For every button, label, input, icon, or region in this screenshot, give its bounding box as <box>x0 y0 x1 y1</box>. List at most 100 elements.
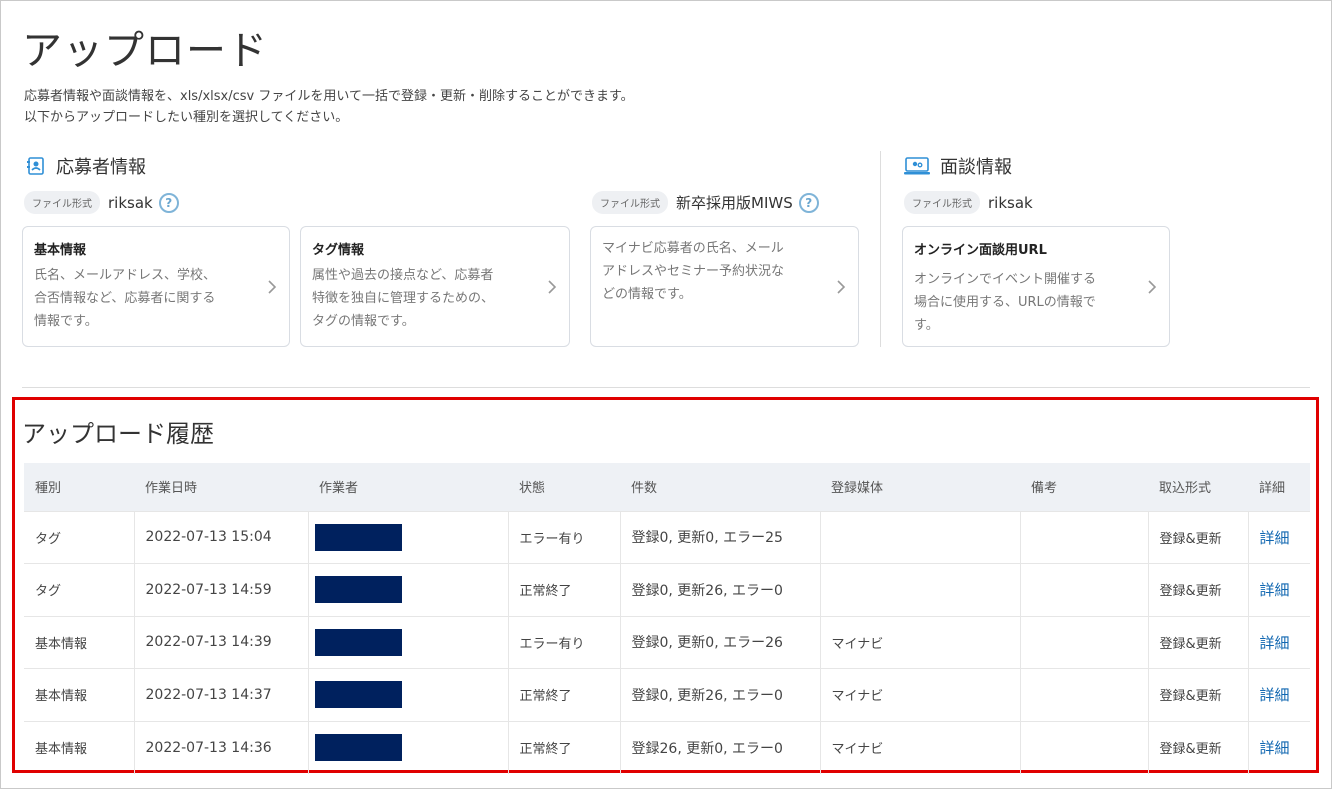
card-description-line: 氏名、メールアドレス、学校、 <box>34 268 217 283</box>
format-value: riksak <box>108 193 153 212</box>
cell-detail: 詳細 <box>1248 563 1310 616</box>
card-online-interview-url[interactable]: オンライン面談用URL オンラインでイベント開催する 場合に使用する、URLの情… <box>902 226 1170 347</box>
cell-count: 登録0, 更新26, エラー0 <box>620 668 821 721</box>
table-header-row: 種別 作業日時 作業者 状態 件数 登録媒体 備考 取込形式 詳細 <box>24 463 1310 511</box>
cell-status: 正常終了 <box>508 563 621 616</box>
cell-import-format: 登録&更新 <box>1148 668 1249 721</box>
card-description-line: 情報です。 <box>34 314 98 329</box>
card-description: 氏名、メールアドレス、学校、 合否情報など、応募者に関する 情報です。 <box>34 264 216 333</box>
cell-detail: 詳細 <box>1248 668 1310 721</box>
cell-type: 基本情報 <box>24 720 135 774</box>
card-title: タグ情報 <box>312 243 365 258</box>
column-header: 取込形式 <box>1148 463 1248 511</box>
detail-link[interactable]: 詳細 <box>1260 686 1290 704</box>
redacted-operator <box>314 628 402 656</box>
help-icon[interactable]: ? <box>158 192 179 213</box>
detail-link[interactable]: 詳細 <box>1260 529 1290 547</box>
card-tag-info[interactable]: タグ情報 属性や過去の接点など、応募者 特徴を独自に管理するための、 タグの情報… <box>300 226 570 347</box>
cell-count: 登録0, 更新26, エラー0 <box>620 563 821 616</box>
cell-count: 登録0, 更新0, エラー25 <box>620 510 821 564</box>
cell-operator <box>308 720 509 774</box>
detail-link[interactable]: 詳細 <box>1260 634 1290 652</box>
cell-note <box>1020 668 1149 721</box>
page-description: 応募者情報や面談情報を、xls/xlsx/csv ファイルを用いて一括で登録・更… <box>24 86 634 128</box>
cell-datetime: 2022-07-13 14:36 <box>134 720 309 774</box>
interview-section-title: 面談情報 <box>940 157 1012 178</box>
card-description-line: 属性や過去の接点など、応募者 <box>312 268 494 283</box>
cell-datetime: 2022-07-13 14:59 <box>134 563 309 616</box>
cell-media <box>820 563 1021 616</box>
redacted-operator <box>314 681 402 709</box>
cell-type: 基本情報 <box>24 615 135 669</box>
card-description-line: 場合に使用する、URLの情報で <box>914 295 1096 310</box>
column-header: 種別 <box>24 463 134 511</box>
cell-import-format: 登録&更新 <box>1148 510 1249 564</box>
card-mynavi-info[interactable]: マイナビ応募者の氏名、メール アドレスやセミナー予約状況な どの情報です。 <box>590 226 859 347</box>
column-header: 登録媒体 <box>820 463 1020 511</box>
card-description-line: アドレスやセミナー予約状況な <box>602 264 785 279</box>
page-title: アップロード <box>22 28 268 74</box>
cell-count: 登録26, 更新0, エラー0 <box>620 720 821 774</box>
applicant-card-icon <box>26 156 46 176</box>
card-description: 属性や過去の接点など、応募者 特徴を独自に管理するための、 タグの情報です。 <box>312 264 494 333</box>
applicant-format-miws: ファイル形式 新卒採用版MIWS ? <box>592 191 819 214</box>
cell-operator <box>308 668 509 721</box>
cell-status: エラー有り <box>508 615 621 669</box>
cell-datetime: 2022-07-13 14:39 <box>134 615 309 669</box>
cell-datetime: 2022-07-13 14:37 <box>134 668 309 721</box>
table-row: 基本情報 2022-07-13 14:37 正常終了 登録0, 更新26, エラ… <box>24 668 1310 721</box>
applicant-section-title: 応募者情報 <box>56 157 146 178</box>
column-header: 備考 <box>1020 463 1148 511</box>
cell-import-format: 登録&更新 <box>1148 615 1249 669</box>
cell-datetime: 2022-07-13 15:04 <box>134 510 309 564</box>
detail-link[interactable]: 詳細 <box>1260 739 1290 757</box>
card-basic-info[interactable]: 基本情報 氏名、メールアドレス、学校、 合否情報など、応募者に関する 情報です。 <box>22 226 290 347</box>
card-description: マイナビ応募者の氏名、メール アドレスやセミナー予約状況な どの情報です。 <box>602 237 784 306</box>
card-description-line: タグの情報です。 <box>312 314 415 329</box>
cell-media: マイナビ <box>820 615 1021 669</box>
cell-status: 正常終了 <box>508 720 621 774</box>
column-header: 状態 <box>508 463 620 511</box>
section-divider <box>880 151 881 347</box>
card-title: 基本情報 <box>34 243 87 258</box>
cell-media: マイナビ <box>820 668 1021 721</box>
cell-type: タグ <box>24 563 135 616</box>
cell-media <box>820 510 1021 564</box>
cell-detail: 詳細 <box>1248 615 1310 669</box>
cell-type: 基本情報 <box>24 668 135 721</box>
upload-history-title: アップロード履歴 <box>22 420 214 448</box>
table-row: 基本情報 2022-07-13 14:39 エラー有り 登録0, 更新0, エラ… <box>24 615 1310 669</box>
chevron-right-icon <box>268 279 277 294</box>
redacted-operator <box>314 734 402 761</box>
table-row: タグ 2022-07-13 14:59 正常終了 登録0, 更新26, エラー0… <box>24 563 1310 616</box>
cell-operator <box>308 615 509 669</box>
format-pill: ファイル形式 <box>592 191 668 214</box>
upload-history-table: 種別 作業日時 作業者 状態 件数 登録媒体 備考 取込形式 詳細 タグ 202… <box>24 463 1310 774</box>
cell-status: エラー有り <box>508 510 621 564</box>
detail-link[interactable]: 詳細 <box>1260 581 1290 599</box>
description-line-1: 応募者情報や面談情報を、xls/xlsx/csv ファイルを用いて一括で登録・更… <box>24 89 634 104</box>
cell-note <box>1020 510 1149 564</box>
cell-detail: 詳細 <box>1248 720 1310 774</box>
horizontal-divider <box>22 387 1310 388</box>
card-description-line: オンラインでイベント開催する <box>914 272 1097 287</box>
cell-note <box>1020 615 1149 669</box>
chevron-right-icon <box>837 279 846 294</box>
chevron-right-icon <box>1148 279 1157 294</box>
cell-detail: 詳細 <box>1248 510 1310 564</box>
cell-status: 正常終了 <box>508 668 621 721</box>
card-description-line: マイナビ応募者の氏名、メール <box>602 241 784 256</box>
cell-operator <box>308 510 509 564</box>
column-header: 件数 <box>620 463 820 511</box>
redacted-operator <box>314 523 402 551</box>
cell-note <box>1020 720 1149 774</box>
cell-import-format: 登録&更新 <box>1148 563 1249 616</box>
card-description-line: 合否情報など、応募者に関する <box>34 291 216 306</box>
card-description: オンラインでイベント開催する 場合に使用する、URLの情報で す。 <box>914 268 1096 337</box>
chevron-right-icon <box>548 279 557 294</box>
description-line-2: 以下からアップロードしたい種別を選択してください。 <box>24 110 349 125</box>
cell-import-format: 登録&更新 <box>1148 720 1249 774</box>
card-description-line: どの情報です。 <box>602 287 692 302</box>
applicant-section-heading: 応募者情報 <box>26 153 146 179</box>
help-icon[interactable]: ? <box>798 192 819 213</box>
